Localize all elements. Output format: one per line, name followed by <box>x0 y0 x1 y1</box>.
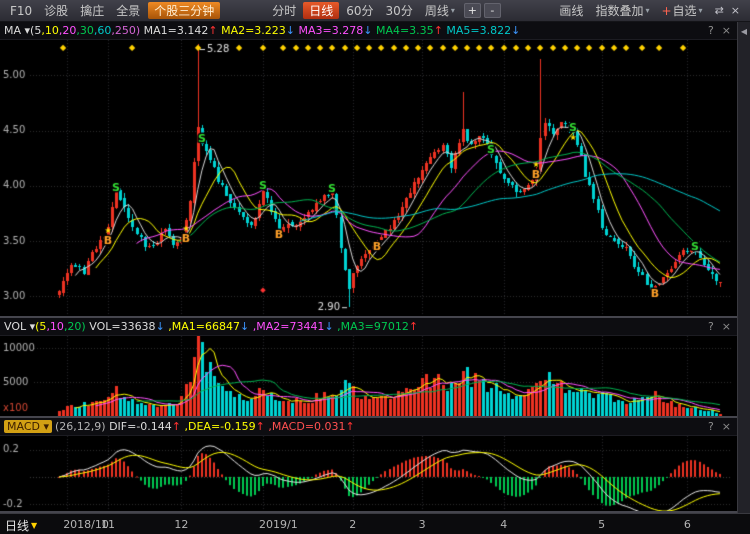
toolbar-period-group: 分时日线60分30分周线▾ <box>266 0 461 22</box>
toolbar-button-period-60min[interactable]: 60分 <box>340 0 379 22</box>
close-icon[interactable]: × <box>731 4 740 17</box>
toolbar-button-panorama[interactable]: 全景 <box>110 0 146 22</box>
toolbar-button-zoom-out[interactable]: - <box>484 3 501 18</box>
stock-chart-app: F10诊股擒庄全景个股三分钟 分时日线60分30分周线▾ +- 画线指数叠加▾+… <box>0 0 750 534</box>
toolbar-zoom-group: +- <box>461 3 501 18</box>
pane-close-icon[interactable]: × <box>722 320 731 333</box>
ma-selector[interactable]: MA ▾ <box>4 24 30 37</box>
ma-text-12: ↓ <box>363 24 372 37</box>
toolbar-button-period-daily[interactable]: 日线 <box>303 2 339 19</box>
ma-text-9: MA2=3.223 <box>218 24 286 37</box>
macd-chart-canvas[interactable] <box>0 436 737 511</box>
month-label: 6 <box>684 518 691 531</box>
vol-text-2: ,10 <box>46 320 64 333</box>
vol-text-7: ↓ <box>240 320 249 333</box>
ma-text-4: ,30 <box>76 24 94 37</box>
pane-close-icon[interactable]: × <box>722 420 731 433</box>
macd-text-6: ,MACD=0.031 <box>265 420 346 433</box>
macd-pane-controls: ? × <box>708 420 737 433</box>
toolbar-button-index-overlay[interactable]: 指数叠加▾ <box>589 0 655 22</box>
toolbar-button-stock-3min[interactable]: 个股三分钟 <box>148 2 220 19</box>
vol-text-10: ,MA3=97012 <box>334 320 409 333</box>
right-panel-strip: ◀ <box>737 22 750 513</box>
ma-indicator-values: MA ▾(5,10,20,30,60,250) MA1=3.142↑ MA2=3… <box>0 24 520 37</box>
ma-text-2: ,10 <box>41 24 59 37</box>
month-label: 3 <box>419 518 426 531</box>
ma-text-14: ↑ <box>434 24 443 37</box>
month-label: 4 <box>500 518 507 531</box>
vol-text-11: ↑ <box>409 320 418 333</box>
toolbar-right-group: 画线指数叠加▾+自选▾ <box>553 0 708 22</box>
month-label: 12 <box>174 518 188 531</box>
toolbar-left-group: F10诊股擒庄全景个股三分钟 <box>4 0 222 22</box>
ma-text-1: (5 <box>30 24 41 37</box>
vol-text-9: ↓ <box>324 320 333 333</box>
toolbar-button-add-watchlist[interactable]: +自选▾ <box>655 0 708 22</box>
timeframe-selector[interactable]: 日线▼ <box>5 517 37 534</box>
toolbar-window-icons: ⇄× <box>709 4 746 17</box>
time-axis-labels: 2018/1011122019/123456 <box>0 514 750 534</box>
volume-pane-controls: ? × <box>708 320 737 333</box>
ma-text-5: ,60 <box>94 24 112 37</box>
ma-text-13: MA4=3.35 <box>372 24 433 37</box>
ma-text-16: ↓ <box>511 24 520 37</box>
time-axis-bar: 2018/1011122019/123456 日线▼ <box>0 513 750 534</box>
ma-indicator-bar: MA ▾(5,10,20,30,60,250) MA1=3.142↑ MA2=3… <box>0 22 737 40</box>
vol-text-8: ,MA2=73441 <box>249 320 324 333</box>
ma-text-11: MA3=3.278 <box>295 24 363 37</box>
price-chart-canvas[interactable] <box>0 40 737 316</box>
ma-text-10: ↓ <box>286 24 295 37</box>
vol-text-1: (5 <box>35 320 46 333</box>
chevron-down-icon: ▼ <box>31 521 37 530</box>
macd-text-2: DIF=-0.144 <box>106 420 172 433</box>
collapse-panel-icon[interactable]: ◀ <box>738 27 750 36</box>
macd-text-4: ,DEA=-0.159 <box>181 420 256 433</box>
toolbar-button-diagnose-stock[interactable]: 诊股 <box>38 0 74 22</box>
vol-text-5: ↓ <box>156 320 165 333</box>
vol-text-4: VOL=33638 <box>86 320 156 333</box>
ma-text-15: MA5=3.822 <box>443 24 511 37</box>
month-label: 2 <box>349 518 356 531</box>
macd-indicator-values: MACD ▾(26,12,9) DIF=-0.144↑ ,DEA=-0.159↑… <box>0 420 355 433</box>
macd-text-7: ↑ <box>346 420 355 433</box>
macd-text-5: ↑ <box>256 420 265 433</box>
macd-selector[interactable]: MACD ▾ <box>4 420 52 433</box>
month-label: 2019/1 <box>259 518 298 531</box>
volume-indicator-bar: VOL ▾(5,10,20) VOL=33638↓ ,MA1=66847↓ ,M… <box>0 318 737 336</box>
timeframe-label: 日线 <box>5 519 29 533</box>
toolbar-button-period-30min[interactable]: 30分 <box>380 0 419 22</box>
top-toolbar: F10诊股擒庄全景个股三分钟 分时日线60分30分周线▾ +- 画线指数叠加▾+… <box>0 0 750 22</box>
vol-text-6: ,MA1=66847 <box>165 320 240 333</box>
volume-chart-canvas[interactable] <box>0 336 737 416</box>
macd-indicator-bar: MACD ▾(26,12,9) DIF=-0.144↑ ,DEA=-0.159↑… <box>0 418 737 436</box>
ma-text-7: MA1=3.142 <box>140 24 208 37</box>
macd-text-3: ↑ <box>172 420 181 433</box>
toolbar-button-period-intraday[interactable]: 分时 <box>266 0 302 22</box>
pane-help-icon[interactable]: ? <box>708 320 714 333</box>
volume-indicator-values: VOL ▾(5,10,20) VOL=33638↓ ,MA1=66847↓ ,M… <box>0 320 418 333</box>
month-label: 5 <box>598 518 605 531</box>
main-pane-controls: ? × <box>708 24 737 37</box>
vol-selector[interactable]: VOL ▾ <box>4 320 35 333</box>
pane-help-icon[interactable]: ? <box>708 24 714 37</box>
ma-text-8: ↑ <box>208 24 217 37</box>
switch-layout-icon[interactable]: ⇄ <box>715 4 724 17</box>
pane-close-icon[interactable]: × <box>722 24 731 37</box>
ma-text-6: ,250) <box>111 24 140 37</box>
toolbar-button-f10[interactable]: F10 <box>4 0 38 22</box>
toolbar-button-period-weekly[interactable]: 周线▾ <box>419 0 461 22</box>
ma-text-3: ,20 <box>59 24 77 37</box>
toolbar-button-qin-zhuang[interactable]: 擒庄 <box>74 0 110 22</box>
toolbar-button-draw-line[interactable]: 画线 <box>553 0 589 22</box>
vol-text-3: ,20) <box>64 320 86 333</box>
pane-help-icon[interactable]: ? <box>708 420 714 433</box>
macd-text-1: (26,12,9) <box>55 420 106 433</box>
month-label: 11 <box>101 518 115 531</box>
toolbar-button-zoom-in[interactable]: + <box>464 3 481 18</box>
